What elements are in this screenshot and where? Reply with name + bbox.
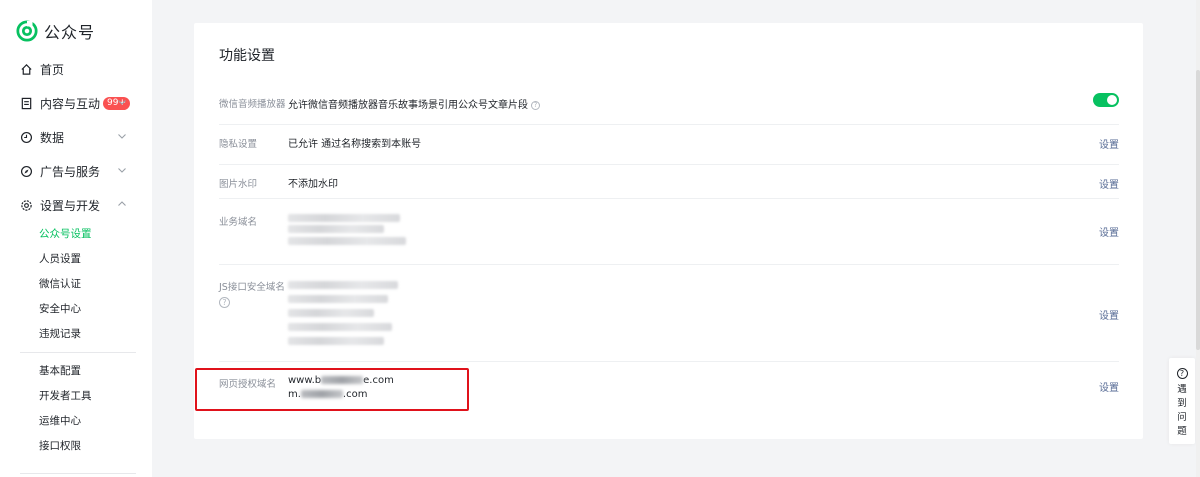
- row-value: 不添加水印: [288, 179, 338, 190]
- brand-logo[interactable]: 公众号: [16, 19, 95, 43]
- settings-row-js-domain: JS接口安全域名 ? 设置: [219, 265, 1119, 362]
- scrollbar-thumb[interactable]: [1196, 70, 1200, 350]
- compass-icon: [20, 165, 33, 177]
- gear-icon: [21, 199, 32, 211]
- help-float-button[interactable]: ? 遇到问题: [1169, 358, 1195, 444]
- row-value-text: 允许微信音频播放器音乐故事场景引用公众号文章片段: [288, 100, 528, 111]
- sidebar-item-label: 设置与开发: [40, 198, 101, 213]
- settings-row-audio-player: 微信音频播放器 允许微信音频播放器音乐故事场景引用公众号文章片段?: [219, 86, 1119, 125]
- sidebar: 公众号 首页 内容与互动 99+ 数据 广告与服务 设置与开发 公众号设置 人员…: [0, 0, 152, 477]
- chevron-down-icon: [118, 100, 126, 105]
- brand-name: 公众号: [44, 23, 96, 42]
- sidebar-subitem-ops-center[interactable]: 运维中心: [39, 413, 81, 429]
- sidebar-subitem-wechat-verify[interactable]: 微信认证: [39, 276, 81, 292]
- row-label: 微信音频播放器: [219, 99, 286, 110]
- redacted-domain: [288, 237, 406, 245]
- wechat-official-logo-icon: [16, 20, 38, 42]
- audio-player-toggle[interactable]: [1093, 93, 1119, 107]
- sidebar-divider: [20, 473, 136, 474]
- sidebar-subitem-security-center[interactable]: 安全中心: [39, 301, 81, 317]
- sidebar-item-label: 首页: [40, 62, 65, 77]
- row-label: 图片水印: [219, 179, 258, 190]
- privacy-settings-link[interactable]: 设置: [1099, 136, 1119, 151]
- sidebar-item-label: 内容与互动: [40, 96, 101, 111]
- redacted-domain: [288, 323, 392, 331]
- sidebar-subitem-api-permissions[interactable]: 接口权限: [39, 438, 81, 454]
- redacted-domain: [288, 337, 384, 345]
- sidebar-item-data[interactable]: 数据: [20, 127, 140, 147]
- sidebar-item-settings[interactable]: 设置与开发: [20, 195, 140, 215]
- settings-row-watermark: 图片水印 不添加水印 设置: [219, 165, 1119, 199]
- settings-row-business-domain: 业务域名 设置: [219, 199, 1119, 265]
- redacted-domain: [288, 309, 374, 317]
- row-label-text: JS接口安全域名: [219, 282, 285, 293]
- sidebar-subitem-violation-records[interactable]: 违规记录: [39, 326, 81, 342]
- redacted-domain: [288, 225, 384, 233]
- row-value: 允许微信音频播放器音乐故事场景引用公众号文章片段?: [288, 96, 540, 111]
- sidebar-subitem-staff-settings[interactable]: 人员设置: [39, 251, 81, 267]
- sidebar-subitem-account-settings[interactable]: 公众号设置: [39, 226, 92, 242]
- sidebar-item-label: 数据: [40, 130, 65, 145]
- row-label: 隐私设置: [219, 139, 258, 150]
- highlight-annotation-box: [195, 368, 469, 411]
- chevron-down-icon: [118, 134, 126, 139]
- home-icon: [21, 63, 32, 75]
- sidebar-item-ads[interactable]: 广告与服务: [20, 161, 140, 181]
- js-domain-settings-link[interactable]: 设置: [1099, 307, 1119, 322]
- sidebar-item-home[interactable]: 首页: [20, 59, 140, 79]
- toggle-knob: [1107, 95, 1117, 105]
- redacted-domain: [288, 295, 388, 303]
- chevron-up-icon: [118, 201, 126, 206]
- chevron-down-icon: [118, 168, 126, 173]
- settings-row-privacy: 隐私设置 已允许 通过名称搜索到本账号 设置: [219, 125, 1119, 165]
- web-auth-domain-settings-link[interactable]: 设置: [1099, 379, 1119, 394]
- sidebar-subitem-basic-config[interactable]: 基本配置: [39, 363, 81, 379]
- sidebar-subitem-dev-tools[interactable]: 开发者工具: [39, 388, 92, 404]
- question-icon: ?: [1176, 368, 1188, 379]
- business-domain-settings-link[interactable]: 设置: [1099, 224, 1119, 239]
- question-icon[interactable]: ?: [531, 100, 540, 110]
- redacted-domain: [288, 281, 398, 289]
- sidebar-item-content[interactable]: 内容与互动 99+: [20, 93, 140, 113]
- page-title: 功能设置: [219, 48, 275, 64]
- clock-icon: [20, 131, 33, 143]
- row-value: 已允许 通过名称搜索到本账号: [288, 139, 422, 150]
- row-label: 业务域名: [219, 217, 258, 228]
- sidebar-divider: [20, 352, 136, 353]
- document-icon: [21, 97, 32, 109]
- row-label: JS接口安全域名 ?: [219, 279, 285, 308]
- question-icon[interactable]: ?: [219, 297, 230, 308]
- sidebar-item-label: 广告与服务: [40, 164, 101, 179]
- help-label: 遇到问题: [1177, 384, 1187, 437]
- redacted-domain: [288, 214, 400, 222]
- watermark-settings-link[interactable]: 设置: [1099, 176, 1119, 191]
